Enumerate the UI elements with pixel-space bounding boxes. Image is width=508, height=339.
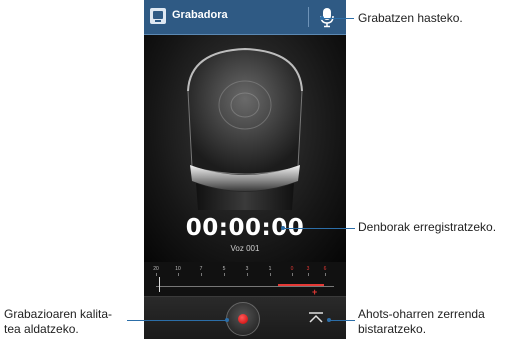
quality-slider[interactable]: 20 10 7 5 3 1 0 3 6 +	[144, 262, 346, 297]
divider	[308, 7, 309, 27]
callout-dot	[327, 318, 331, 322]
record-dot-icon	[238, 314, 248, 324]
quality-label: 20	[153, 266, 159, 272]
quality-tick	[156, 273, 157, 276]
record-button[interactable]	[226, 302, 260, 336]
phone-screen: Grabadora 00:00:00 Voz 001 20 10 7 5 3 1…	[144, 0, 346, 339]
recordings-list-button[interactable]	[307, 309, 325, 325]
start-recording-button[interactable]	[314, 5, 340, 29]
quality-label: 5	[222, 266, 226, 272]
microphone-image	[187, 47, 303, 210]
microphone-icon	[320, 8, 334, 28]
callout-line	[322, 18, 354, 19]
callout-dot	[281, 226, 285, 230]
quality-tick	[270, 273, 271, 276]
quality-label: 7	[199, 266, 203, 272]
recording-file-name: Voz 001	[230, 244, 260, 253]
quality-label: 6	[323, 266, 327, 272]
callout-quality: Grabazioaren kalita- tea aldatzeko.	[4, 307, 113, 336]
quality-label: 0	[290, 266, 294, 272]
quality-tick	[178, 273, 179, 276]
callout-record: Grabatzen hasteko.	[358, 11, 463, 25]
quality-tick	[308, 273, 309, 276]
callout-line	[329, 320, 355, 321]
callout-line	[127, 320, 227, 321]
quality-tick	[201, 273, 202, 276]
quality-tick	[292, 273, 293, 276]
callout-list: Ahots-oharren zerrenda bistaratzeko.	[358, 307, 485, 336]
quality-peak-zone	[278, 284, 324, 286]
callout-dot	[320, 16, 324, 20]
recorder-app-icon	[150, 8, 166, 24]
quality-label: 3	[245, 266, 249, 272]
quality-label: 10	[175, 266, 181, 272]
quality-marker[interactable]	[159, 277, 160, 292]
app-bar: Grabadora	[144, 0, 346, 35]
callout-timer: Denborak erregistratzeko.	[358, 220, 497, 234]
quality-tick	[325, 273, 326, 276]
app-title: Grabadora	[172, 9, 228, 21]
quality-tick	[247, 273, 248, 276]
quality-label: 3	[306, 266, 310, 272]
quality-label: 1	[268, 266, 272, 272]
callout-line	[283, 228, 355, 229]
quality-tick	[224, 273, 225, 276]
bottom-bar	[144, 296, 346, 339]
quality-track	[156, 286, 334, 287]
callout-dot	[225, 318, 229, 322]
list-chevron-icon	[309, 312, 323, 323]
